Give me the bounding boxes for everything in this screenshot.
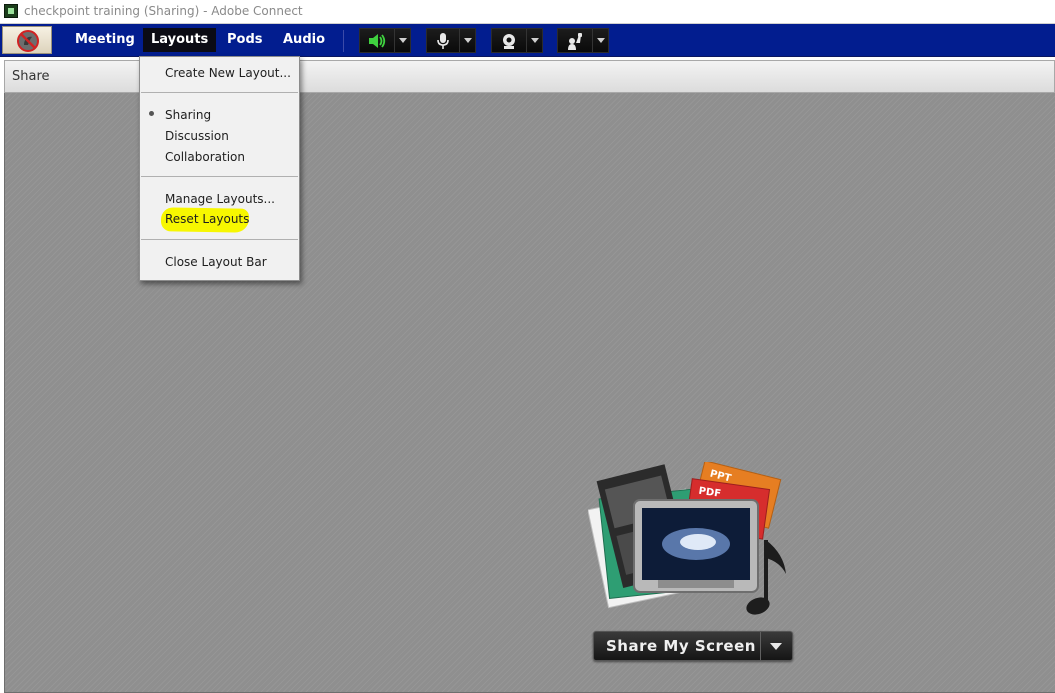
layouts-dropdown-menu: Create New Layout... Sharing Discussion …	[139, 56, 300, 281]
menu-pods[interactable]: Pods	[219, 28, 271, 52]
menu-create-new-layout[interactable]: Create New Layout...	[165, 65, 291, 81]
raise-hand-dropdown[interactable]	[592, 29, 608, 52]
webcam-control[interactable]	[491, 28, 543, 53]
window-title: checkpoint training (Sharing) - Adobe Co…	[24, 4, 303, 18]
speaker-control[interactable]	[359, 28, 411, 53]
microphone-icon	[437, 33, 449, 49]
adobe-connect-app-icon	[4, 4, 18, 18]
menu-separator	[141, 239, 298, 240]
status-button[interactable]	[2, 26, 52, 54]
raise-hand-icon	[568, 33, 582, 50]
speaker-icon	[369, 34, 386, 48]
speaker-button[interactable]	[360, 29, 394, 52]
menubar-separator	[343, 30, 344, 52]
share-options-dropdown-icon[interactable]	[770, 643, 782, 650]
share-my-screen-label: Share My Screen	[606, 637, 756, 655]
webcam-button[interactable]	[492, 29, 526, 52]
menu-reset-layouts[interactable]: Reset Layouts	[165, 211, 249, 227]
raise-hand-control[interactable]	[557, 28, 609, 53]
menu-layout-collaboration[interactable]: Collaboration	[165, 149, 245, 165]
share-content-illustration: PPT PDF	[588, 462, 786, 615]
menu-audio[interactable]: Audio	[275, 28, 333, 52]
microphone-dropdown[interactable]	[459, 29, 475, 52]
menu-manage-layouts[interactable]: Manage Layouts...	[165, 191, 275, 207]
menu-separator	[141, 92, 298, 93]
microphone-control[interactable]	[426, 28, 476, 53]
menu-layout-sharing[interactable]: Sharing	[165, 107, 211, 123]
no-status-icon	[17, 30, 39, 52]
menu-separator	[141, 176, 298, 177]
menu-layouts[interactable]: Layouts	[143, 28, 217, 52]
share-pod-title: Share	[12, 69, 50, 84]
menu-layout-discussion[interactable]: Discussion	[165, 128, 229, 144]
menu-close-layout-bar[interactable]: Close Layout Bar	[165, 254, 267, 270]
menu-bar: Meeting Layouts Pods Audio	[0, 24, 1055, 57]
share-my-screen-button[interactable]: Share My Screen	[593, 631, 793, 661]
window-titlebar: checkpoint training (Sharing) - Adobe Co…	[0, 0, 1055, 24]
microphone-button[interactable]	[427, 29, 459, 52]
menu-meeting[interactable]: Meeting	[67, 28, 143, 52]
selected-layout-bullet-icon	[149, 111, 154, 116]
share-button-divider	[760, 632, 761, 660]
raise-hand-button[interactable]	[558, 29, 592, 52]
webcam-dropdown[interactable]	[526, 29, 542, 52]
speaker-dropdown[interactable]	[394, 29, 410, 52]
webcam-icon	[503, 34, 515, 49]
